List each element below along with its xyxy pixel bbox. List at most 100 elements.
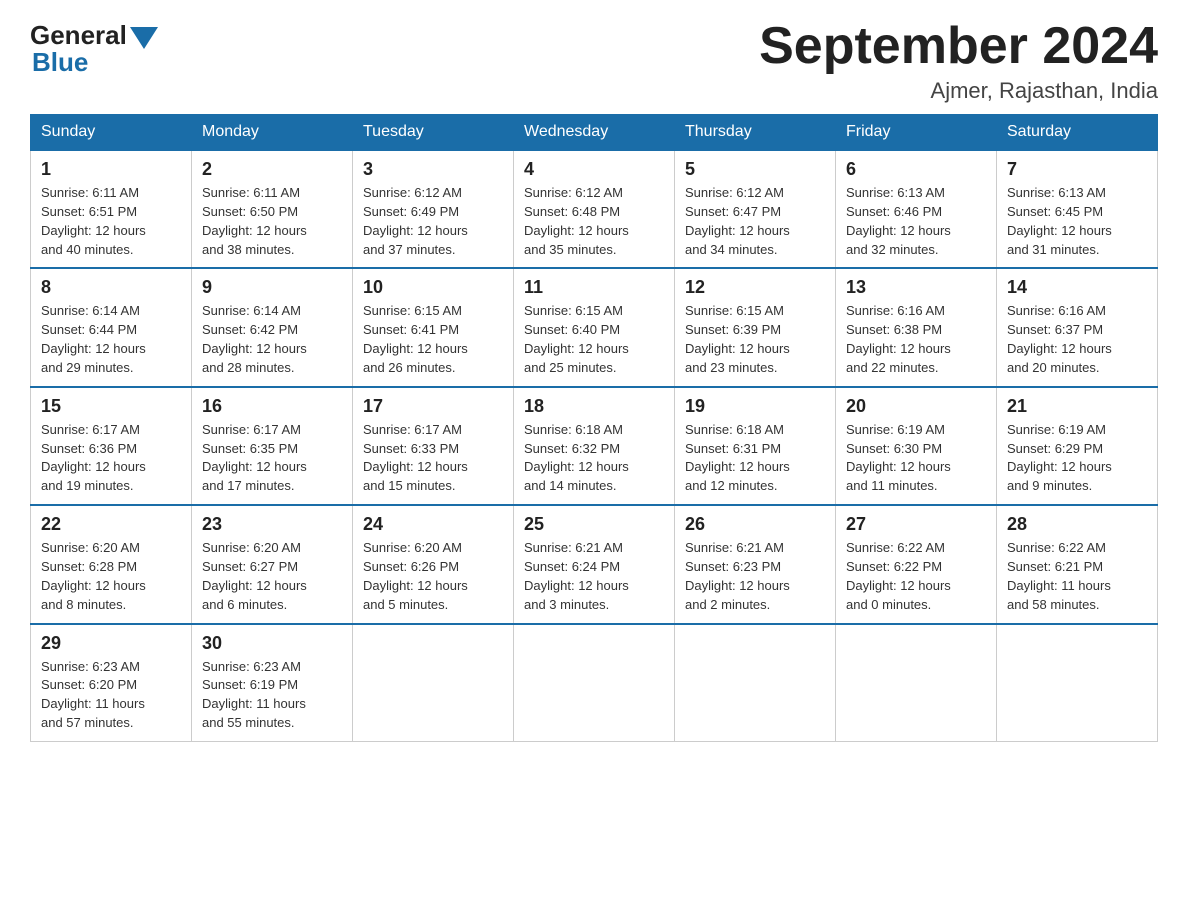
calendar-day-2: 2 Sunrise: 6:11 AMSunset: 6:50 PMDaylight…	[192, 150, 353, 268]
calendar-day-6: 6 Sunrise: 6:13 AMSunset: 6:46 PMDaylight…	[836, 150, 997, 268]
day-number-15: 15	[41, 396, 181, 417]
day-number-24: 24	[363, 514, 503, 535]
day-info-22: Sunrise: 6:20 AMSunset: 6:28 PMDaylight:…	[41, 539, 181, 614]
day-info-11: Sunrise: 6:15 AMSunset: 6:40 PMDaylight:…	[524, 302, 664, 377]
weekday-header-saturday: Saturday	[997, 115, 1158, 151]
day-info-28: Sunrise: 6:22 AMSunset: 6:21 PMDaylight:…	[1007, 539, 1147, 614]
day-info-16: Sunrise: 6:17 AMSunset: 6:35 PMDaylight:…	[202, 421, 342, 496]
day-info-9: Sunrise: 6:14 AMSunset: 6:42 PMDaylight:…	[202, 302, 342, 377]
day-info-17: Sunrise: 6:17 AMSunset: 6:33 PMDaylight:…	[363, 421, 503, 496]
weekday-header-monday: Monday	[192, 115, 353, 151]
calendar-day-25: 25 Sunrise: 6:21 AMSunset: 6:24 PMDayligh…	[514, 505, 675, 623]
empty-cell	[514, 624, 675, 742]
day-number-5: 5	[685, 159, 825, 180]
day-info-1: Sunrise: 6:11 AMSunset: 6:51 PMDaylight:…	[41, 184, 181, 259]
calendar-day-14: 14 Sunrise: 6:16 AMSunset: 6:37 PMDayligh…	[997, 268, 1158, 386]
calendar-table: SundayMondayTuesdayWednesdayThursdayFrid…	[30, 114, 1158, 742]
empty-cell	[836, 624, 997, 742]
day-info-13: Sunrise: 6:16 AMSunset: 6:38 PMDaylight:…	[846, 302, 986, 377]
day-info-14: Sunrise: 6:16 AMSunset: 6:37 PMDaylight:…	[1007, 302, 1147, 377]
day-info-20: Sunrise: 6:19 AMSunset: 6:30 PMDaylight:…	[846, 421, 986, 496]
day-number-14: 14	[1007, 277, 1147, 298]
calendar-day-29: 29 Sunrise: 6:23 AMSunset: 6:20 PMDayligh…	[31, 624, 192, 742]
calendar-day-23: 23 Sunrise: 6:20 AMSunset: 6:27 PMDayligh…	[192, 505, 353, 623]
day-info-21: Sunrise: 6:19 AMSunset: 6:29 PMDaylight:…	[1007, 421, 1147, 496]
day-number-9: 9	[202, 277, 342, 298]
calendar-day-30: 30 Sunrise: 6:23 AMSunset: 6:19 PMDayligh…	[192, 624, 353, 742]
calendar-day-15: 15 Sunrise: 6:17 AMSunset: 6:36 PMDayligh…	[31, 387, 192, 505]
day-number-27: 27	[846, 514, 986, 535]
calendar-day-4: 4 Sunrise: 6:12 AMSunset: 6:48 PMDaylight…	[514, 150, 675, 268]
day-number-13: 13	[846, 277, 986, 298]
day-number-6: 6	[846, 159, 986, 180]
day-number-25: 25	[524, 514, 664, 535]
calendar-day-26: 26Sunrise: 6:21 AMSunset: 6:23 PMDayligh…	[675, 505, 836, 623]
day-number-26: 26	[685, 514, 825, 535]
day-info-3: Sunrise: 6:12 AMSunset: 6:49 PMDaylight:…	[363, 184, 503, 259]
calendar-day-28: 28Sunrise: 6:22 AMSunset: 6:21 PMDayligh…	[997, 505, 1158, 623]
month-title: September 2024	[759, 20, 1158, 72]
day-info-5: Sunrise: 6:12 AMSunset: 6:47 PMDaylight:…	[685, 184, 825, 259]
day-number-22: 22	[41, 514, 181, 535]
location-text: Ajmer, Rajasthan, India	[759, 78, 1158, 104]
weekday-header-wednesday: Wednesday	[514, 115, 675, 151]
day-number-7: 7	[1007, 159, 1147, 180]
calendar-day-18: 18 Sunrise: 6:18 AMSunset: 6:32 PMDayligh…	[514, 387, 675, 505]
day-number-8: 8	[41, 277, 181, 298]
day-number-12: 12	[685, 277, 825, 298]
calendar-day-12: 12 Sunrise: 6:15 AMSunset: 6:39 PMDayligh…	[675, 268, 836, 386]
day-info-30: Sunrise: 6:23 AMSunset: 6:19 PMDaylight:…	[202, 658, 342, 733]
day-number-2: 2	[202, 159, 342, 180]
day-info-29: Sunrise: 6:23 AMSunset: 6:20 PMDaylight:…	[41, 658, 181, 733]
day-number-29: 29	[41, 633, 181, 654]
calendar-day-17: 17 Sunrise: 6:17 AMSunset: 6:33 PMDayligh…	[353, 387, 514, 505]
calendar-day-1: 1 Sunrise: 6:11 AMSunset: 6:51 PMDaylight…	[31, 150, 192, 268]
day-number-18: 18	[524, 396, 664, 417]
day-info-27: Sunrise: 6:22 AMSunset: 6:22 PMDaylight:…	[846, 539, 986, 614]
day-number-21: 21	[1007, 396, 1147, 417]
day-number-30: 30	[202, 633, 342, 654]
logo: General Blue	[30, 20, 158, 78]
day-info-8: Sunrise: 6:14 AMSunset: 6:44 PMDaylight:…	[41, 302, 181, 377]
logo-triangle-icon	[130, 27, 158, 49]
day-number-10: 10	[363, 277, 503, 298]
day-info-23: Sunrise: 6:20 AMSunset: 6:27 PMDaylight:…	[202, 539, 342, 614]
weekday-header-friday: Friday	[836, 115, 997, 151]
empty-cell	[353, 624, 514, 742]
calendar-day-19: 19Sunrise: 6:18 AMSunset: 6:31 PMDayligh…	[675, 387, 836, 505]
calendar-day-21: 21 Sunrise: 6:19 AMSunset: 6:29 PMDayligh…	[997, 387, 1158, 505]
day-info-18: Sunrise: 6:18 AMSunset: 6:32 PMDaylight:…	[524, 421, 664, 496]
calendar-day-5: 5 Sunrise: 6:12 AMSunset: 6:47 PMDaylight…	[675, 150, 836, 268]
day-info-6: Sunrise: 6:13 AMSunset: 6:46 PMDaylight:…	[846, 184, 986, 259]
day-info-4: Sunrise: 6:12 AMSunset: 6:48 PMDaylight:…	[524, 184, 664, 259]
weekday-header-tuesday: Tuesday	[353, 115, 514, 151]
calendar-day-8: 8 Sunrise: 6:14 AMSunset: 6:44 PMDaylight…	[31, 268, 192, 386]
day-number-11: 11	[524, 277, 664, 298]
day-info-15: Sunrise: 6:17 AMSunset: 6:36 PMDaylight:…	[41, 421, 181, 496]
day-info-24: Sunrise: 6:20 AMSunset: 6:26 PMDaylight:…	[363, 539, 503, 614]
day-info-25: Sunrise: 6:21 AMSunset: 6:24 PMDaylight:…	[524, 539, 664, 614]
weekday-header-thursday: Thursday	[675, 115, 836, 151]
calendar-day-27: 27 Sunrise: 6:22 AMSunset: 6:22 PMDayligh…	[836, 505, 997, 623]
day-info-10: Sunrise: 6:15 AMSunset: 6:41 PMDaylight:…	[363, 302, 503, 377]
day-number-17: 17	[363, 396, 503, 417]
page-header: General Blue September 2024 Ajmer, Rajas…	[30, 20, 1158, 104]
calendar-day-16: 16 Sunrise: 6:17 AMSunset: 6:35 PMDayligh…	[192, 387, 353, 505]
calendar-day-20: 20Sunrise: 6:19 AMSunset: 6:30 PMDayligh…	[836, 387, 997, 505]
calendar-day-10: 10 Sunrise: 6:15 AMSunset: 6:41 PMDayligh…	[353, 268, 514, 386]
calendar-day-11: 11 Sunrise: 6:15 AMSunset: 6:40 PMDayligh…	[514, 268, 675, 386]
calendar-day-7: 7Sunrise: 6:13 AMSunset: 6:45 PMDaylight…	[997, 150, 1158, 268]
day-info-19: Sunrise: 6:18 AMSunset: 6:31 PMDaylight:…	[685, 421, 825, 496]
day-number-23: 23	[202, 514, 342, 535]
day-number-4: 4	[524, 159, 664, 180]
day-info-2: Sunrise: 6:11 AMSunset: 6:50 PMDaylight:…	[202, 184, 342, 259]
calendar-day-13: 13 Sunrise: 6:16 AMSunset: 6:38 PMDayligh…	[836, 268, 997, 386]
calendar-day-22: 22 Sunrise: 6:20 AMSunset: 6:28 PMDayligh…	[31, 505, 192, 623]
calendar-day-9: 9 Sunrise: 6:14 AMSunset: 6:42 PMDaylight…	[192, 268, 353, 386]
day-info-12: Sunrise: 6:15 AMSunset: 6:39 PMDaylight:…	[685, 302, 825, 377]
empty-cell	[997, 624, 1158, 742]
calendar-day-24: 24 Sunrise: 6:20 AMSunset: 6:26 PMDayligh…	[353, 505, 514, 623]
day-number-1: 1	[41, 159, 181, 180]
title-block: September 2024 Ajmer, Rajasthan, India	[759, 20, 1158, 104]
day-number-16: 16	[202, 396, 342, 417]
